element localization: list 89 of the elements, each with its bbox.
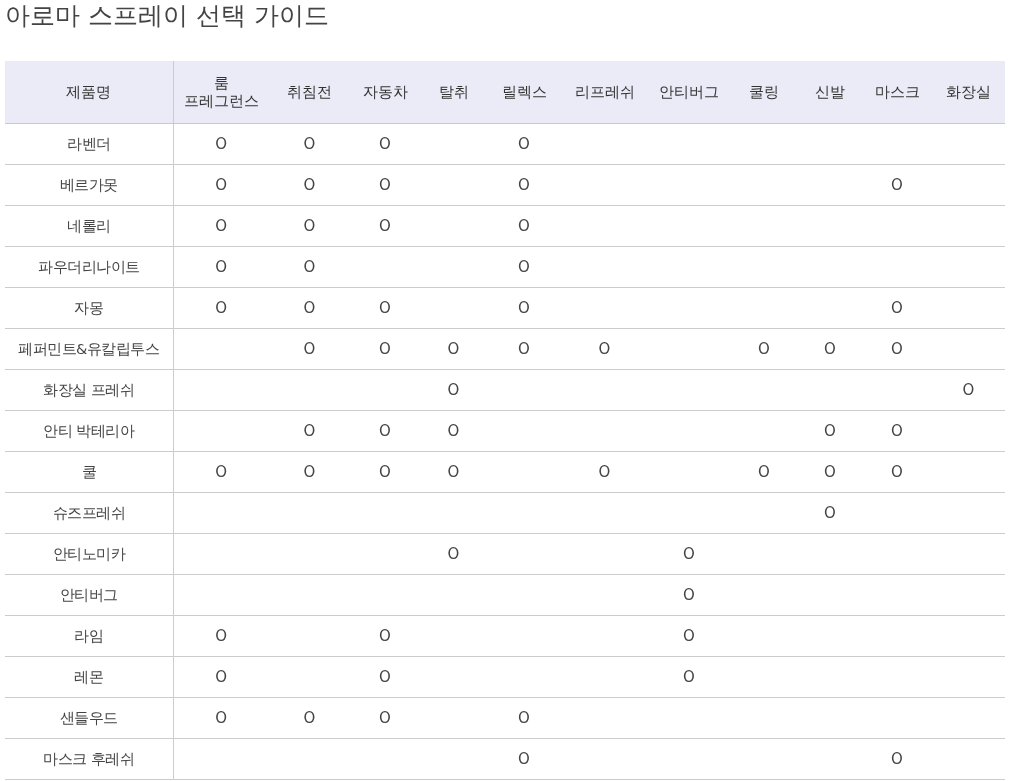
- column-header: 안티버그: [648, 61, 730, 124]
- table-cell: O: [561, 451, 648, 493]
- product-name-cell: 안티노미카: [5, 533, 173, 575]
- table-cell: O: [173, 164, 269, 206]
- product-name-cell: 네롤리: [5, 205, 173, 247]
- product-name-cell: 레몬: [5, 656, 173, 698]
- column-header: 화장실: [932, 61, 1005, 124]
- column-header: 룸 프레그런스: [173, 61, 269, 124]
- table-cell: O: [420, 451, 487, 493]
- table-cell: O: [269, 123, 350, 165]
- column-header: 자동차: [350, 61, 420, 124]
- table-cell: O: [487, 328, 561, 370]
- table-cell: O: [862, 164, 932, 206]
- table-cell: O: [173, 451, 269, 493]
- product-name-cell: 베르가못: [5, 164, 173, 206]
- table-cell: O: [487, 697, 561, 739]
- table-cell: O: [173, 656, 269, 698]
- table-cell: O: [730, 328, 798, 370]
- table-cell: O: [487, 123, 561, 165]
- table-cell: O: [173, 246, 269, 288]
- column-header: 마스크: [862, 61, 932, 124]
- table-cell: O: [487, 287, 561, 329]
- product-name-cell: 안티 박테리아: [5, 410, 173, 452]
- table-cell: O: [862, 328, 932, 370]
- table-cell: O: [173, 123, 269, 165]
- table-cell: O: [269, 205, 350, 247]
- table-cell: O: [350, 205, 420, 247]
- table-cell: O: [350, 410, 420, 452]
- table-cell: O: [350, 287, 420, 329]
- table-cell: O: [269, 328, 350, 370]
- product-name-cell: 라임: [5, 615, 173, 657]
- table-cell: O: [648, 533, 730, 575]
- table-cell: O: [862, 410, 932, 452]
- table-cell: O: [487, 246, 561, 288]
- table-cell: O: [350, 328, 420, 370]
- table-cell: O: [350, 123, 420, 165]
- column-header: 취침전: [269, 61, 350, 124]
- table-cell: O: [350, 615, 420, 657]
- table-cell: O: [173, 205, 269, 247]
- table-cell: O: [350, 697, 420, 739]
- product-name-cell: 자몽: [5, 287, 173, 329]
- product-name-cell: 파우더리나이트: [5, 246, 173, 288]
- table-cell: O: [648, 656, 730, 698]
- column-header: 신발: [798, 61, 862, 124]
- table-cell: O: [798, 451, 862, 493]
- table-cell: O: [173, 615, 269, 657]
- table-cell: O: [932, 369, 1005, 411]
- product-name-cell: 라벤더: [5, 123, 173, 165]
- product-name-cell: 샌들우드: [5, 697, 173, 739]
- table-cell: O: [862, 287, 932, 329]
- table-cell: O: [269, 697, 350, 739]
- column-header: 제품명: [5, 61, 173, 124]
- table-cell: O: [269, 410, 350, 452]
- product-name-cell: 쿨: [5, 451, 173, 493]
- table-cell: O: [350, 451, 420, 493]
- table-cell: O: [862, 738, 932, 780]
- table-cell: O: [730, 451, 798, 493]
- page-title: 아로마 스프레이 선택 가이드: [5, 0, 330, 32]
- table-cell: O: [420, 533, 487, 575]
- product-name-cell: 페퍼민트&유칼립투스: [5, 328, 173, 370]
- table-cell: O: [798, 328, 862, 370]
- table-cell: O: [269, 287, 350, 329]
- table-cell: O: [487, 205, 561, 247]
- table-cell: O: [487, 164, 561, 206]
- column-header: 쿨링: [730, 61, 798, 124]
- table-cell: O: [350, 656, 420, 698]
- table-cell: O: [173, 697, 269, 739]
- table-cell: O: [798, 492, 862, 534]
- table-cell: O: [420, 328, 487, 370]
- product-name-cell: 화장실 프레쉬: [5, 369, 173, 411]
- table-cell: O: [420, 369, 487, 411]
- table-cell: O: [862, 451, 932, 493]
- table-cell: O: [420, 410, 487, 452]
- table-cell: O: [269, 246, 350, 288]
- table-cell: O: [173, 287, 269, 329]
- table-cell: O: [561, 328, 648, 370]
- product-name-cell: 슈즈프레쉬: [5, 492, 173, 534]
- table-cell: O: [798, 410, 862, 452]
- table-cell: O: [487, 738, 561, 780]
- table-cell: O: [269, 164, 350, 206]
- table-cell: O: [648, 574, 730, 616]
- table-cell: O: [350, 164, 420, 206]
- product-name-cell: 안티버그: [5, 574, 173, 616]
- table-cell: O: [269, 451, 350, 493]
- column-header: 탈취: [420, 61, 487, 124]
- table-cell: O: [648, 615, 730, 657]
- product-name-cell: 마스크 후레쉬: [5, 738, 173, 780]
- column-header: 리프레쉬: [561, 61, 648, 124]
- column-header: 릴렉스: [487, 61, 561, 124]
